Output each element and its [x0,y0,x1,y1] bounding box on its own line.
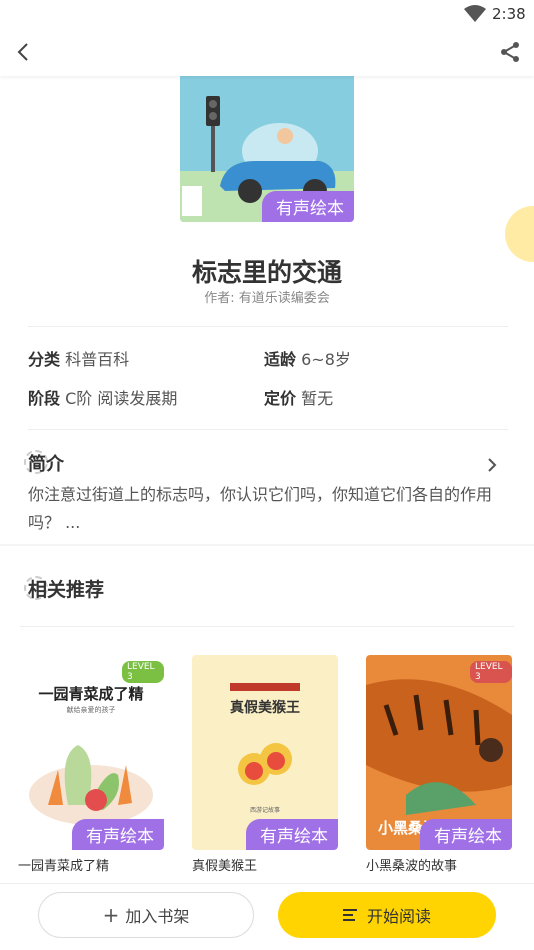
intro-heading: 简介 [28,454,64,475]
cover-title: 一园青菜成了精 [38,685,144,703]
cover-subtitle: 献给亲爱的孩子 [66,706,116,714]
age-value: 6~8岁 [301,350,351,369]
stage-value: C阶 阅读发展期 [65,389,178,408]
price-label: 定价 [264,389,297,408]
audio-book-badge: 有声绘本 [262,191,354,222]
cover-subtitle: 西游记故事 [249,807,280,814]
book-title: 一园青菜成了精 [18,859,110,874]
book-title: 真假美猴王 [192,859,258,874]
stage-label: 阶段 [28,389,61,408]
book-detail-card: 有声绘本 标志里的交通 作者: 有道乐读编委会 分类 科普百科 适龄 6~8岁 … [0,76,534,544]
book-cover[interactable]: LEVEL 3 小黑桑波的故事 有声绘本 [366,655,512,850]
back-arrow-icon[interactable] [12,40,36,64]
audio-book-badge: 有声绘本 [72,819,164,850]
price-value: 暂无 [301,389,334,408]
cover-title: 真假美猴王 [230,700,300,716]
age-row: 适龄 6~8岁 [264,346,351,370]
book-title: 小黑桑波的故事 [366,859,458,874]
plus-icon: + [102,903,120,927]
header-bar [0,28,534,76]
category-value: 科普百科 [65,350,130,369]
divider [20,626,514,627]
share-icon[interactable] [498,40,522,64]
cover-banner [230,683,300,691]
intro-text[interactable]: 你注意过街道上的标志吗，你认识它们吗，你知道它们各自的作用吗？ ... [28,481,508,537]
book-cover[interactable]: 有声绘本 [180,76,354,222]
category-row: 分类 科普百科 [28,346,129,370]
related-book-3[interactable]: LEVEL 3 小黑桑波的故事 有声绘本 小黑桑波的故事 [366,655,512,874]
category-label: 分类 [28,350,61,369]
stage-row: 阶段 C阶 阅读发展期 [28,385,177,409]
start-reading-label: 开始阅读 [366,907,431,926]
audio-book-badge: 有声绘本 [420,819,512,850]
age-label: 适龄 [264,350,297,369]
divider [28,326,508,327]
related-heading: 相关推荐 [28,579,105,601]
book-author: 作者: 有道乐读编委会 [204,291,330,306]
clock: 2:38 [492,5,526,23]
chevron-right-icon[interactable] [484,457,500,473]
bottom-action-bar: + 加入书架 开始阅读 [0,883,534,950]
list-icon [342,909,357,921]
add-to-shelf-label: 加入书架 [125,907,190,926]
price-row: 定价 暂无 [264,385,333,409]
status-bar: 2:38 [0,0,534,28]
book-cover[interactable]: LEVEL 3 一园青菜成了精 献给亲爱的孩子 有声绘本 [18,655,164,850]
start-reading-button[interactable]: 开始阅读 [278,892,496,938]
related-book-2[interactable]: 真假美猴王 西游记故事 有声绘本 真假美猴王 [192,655,338,874]
book-cover[interactable]: 真假美猴王 西游记故事 有声绘本 [192,655,338,850]
level-tag: LEVEL 3 [122,661,164,683]
book-title: 标志里的交通 [191,258,342,287]
audio-book-badge: 有声绘本 [246,819,338,850]
monkey-king-illustration [238,743,292,785]
wifi-icon [464,5,486,22]
divider [28,429,508,430]
related-book-1[interactable]: LEVEL 3 一园青菜成了精 献给亲爱的孩子 有声绘本 一园青菜成了精 [18,655,164,874]
add-to-shelf-button[interactable]: + 加入书架 [38,892,254,938]
